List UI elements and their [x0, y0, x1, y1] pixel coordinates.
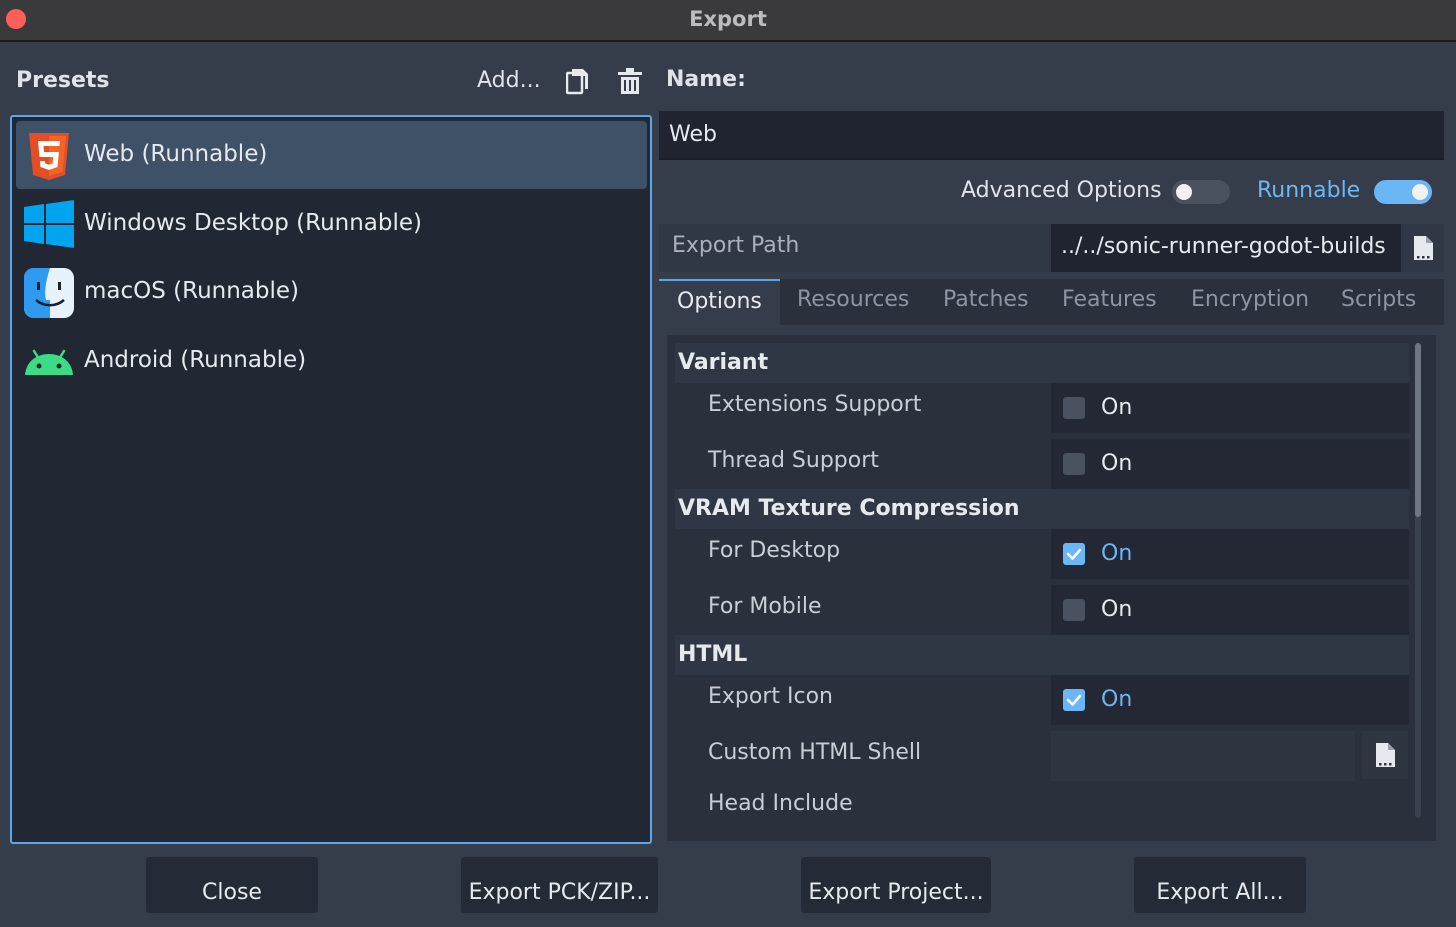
- checkbox-text: On: [1101, 597, 1133, 622]
- property-value-thread-support[interactable]: On: [1051, 439, 1409, 489]
- checkbox-text: On: [1101, 541, 1133, 566]
- export-all-button[interactable]: Export All...: [1134, 857, 1306, 913]
- android-icon: [25, 349, 73, 375]
- property-label-for-mobile: For Mobile: [708, 594, 822, 619]
- section-header-vram-texture-compression[interactable]: VRAM Texture Compression: [675, 489, 1409, 529]
- runnable-toggle[interactable]: [1374, 180, 1432, 204]
- macos-finder-icon: [24, 268, 74, 318]
- tab-features[interactable]: Features: [1062, 279, 1157, 325]
- checkbox-text: On: [1101, 451, 1133, 476]
- for-desktop-checkbox[interactable]: [1063, 543, 1085, 565]
- tab-patches[interactable]: Patches: [943, 279, 1028, 325]
- preset-item-macos[interactable]: macOS (Runnable): [16, 258, 647, 326]
- add-preset-button[interactable]: Add...: [477, 68, 541, 93]
- property-value-export-icon[interactable]: On: [1051, 675, 1409, 725]
- preset-item-android[interactable]: Android (Runnable): [16, 327, 647, 395]
- property-label-extensions-support: Extensions Support: [708, 392, 922, 417]
- checkbox-text: On: [1101, 687, 1133, 712]
- thread-support-checkbox[interactable]: [1063, 453, 1085, 475]
- close-button[interactable]: Close: [146, 857, 318, 913]
- duplicate-icon: [565, 69, 588, 95]
- tab-resources[interactable]: Resources: [797, 279, 909, 325]
- property-label-head-include: Head Include: [708, 791, 853, 816]
- presets-label: Presets: [16, 68, 110, 93]
- options-inspector: Variant Extensions Support On Thread Sup…: [667, 335, 1436, 841]
- preset-label: macOS (Runnable): [84, 278, 300, 304]
- toggle-knob: [1176, 184, 1192, 200]
- preset-label: Android (Runnable): [84, 347, 307, 373]
- delete-preset-button[interactable]: [617, 66, 645, 98]
- export-project-button[interactable]: Export Project...: [801, 857, 991, 913]
- section-header-html[interactable]: HTML: [675, 635, 1409, 675]
- checkmark-icon: [1066, 694, 1082, 706]
- property-label-custom-html-shell: Custom HTML Shell: [708, 740, 922, 765]
- for-mobile-checkbox[interactable]: [1063, 599, 1085, 621]
- name-label: Name:: [666, 67, 746, 92]
- extensions-support-checkbox[interactable]: [1063, 397, 1085, 419]
- export-path-label: Export Path: [672, 233, 800, 258]
- property-label-thread-support: Thread Support: [708, 448, 879, 473]
- preset-list[interactable]: Web (Runnable) Windows Desktop (Runnable…: [10, 115, 652, 844]
- duplicate-preset-button[interactable]: [565, 66, 594, 98]
- title-bar: Export: [0, 0, 1456, 42]
- section-title: VRAM Texture Compression: [678, 496, 1020, 521]
- preset-name-input[interactable]: [659, 111, 1444, 160]
- custom-html-shell-field[interactable]: [1051, 731, 1355, 781]
- preset-label: Windows Desktop (Runnable): [84, 210, 423, 236]
- section-title: HTML: [678, 642, 748, 667]
- export-path-row: Export Path ../../sonic-runner-godot-bui…: [659, 224, 1444, 272]
- trash-icon: [618, 68, 642, 94]
- export-icon-checkbox[interactable]: [1063, 689, 1085, 711]
- tab-options[interactable]: Options: [659, 279, 780, 325]
- property-label-for-desktop: For Desktop: [708, 538, 841, 563]
- runnable-label: Runnable: [1257, 178, 1361, 203]
- export-pck-zip-button[interactable]: Export PCK/ZIP...: [461, 857, 658, 913]
- tab-encryption[interactable]: Encryption: [1191, 279, 1309, 325]
- preset-item-web[interactable]: Web (Runnable): [16, 121, 647, 189]
- preset-item-windows[interactable]: Windows Desktop (Runnable): [16, 190, 647, 258]
- scrollbar-thumb[interactable]: [1415, 343, 1421, 517]
- tab-scripts[interactable]: Scripts: [1341, 279, 1416, 325]
- browse-export-path-button[interactable]: [1403, 228, 1443, 268]
- options-scrollbar[interactable]: [1415, 343, 1421, 818]
- advanced-options-toggle[interactable]: [1172, 180, 1230, 204]
- windows-icon: [24, 200, 74, 248]
- html5-icon: [29, 133, 69, 180]
- window-title: Export: [689, 7, 767, 31]
- file-icon: [1376, 743, 1395, 767]
- preset-label: Web (Runnable): [84, 141, 268, 167]
- section-header-variant[interactable]: Variant: [675, 343, 1409, 383]
- file-icon: [1414, 236, 1433, 260]
- toggle-knob: [1412, 184, 1428, 200]
- checkmark-icon: [1066, 548, 1082, 560]
- export-path-field[interactable]: ../../sonic-runner-godot-builds: [1051, 224, 1401, 272]
- checkbox-text: On: [1101, 395, 1133, 420]
- property-label-export-icon: Export Icon: [708, 684, 833, 709]
- section-title: Variant: [678, 350, 769, 375]
- settings-tabs: Options Resources Patches Features Encry…: [659, 279, 1444, 325]
- advanced-options-label: Advanced Options: [961, 178, 1162, 203]
- options-panel: Variant Extensions Support On Thread Sup…: [659, 325, 1444, 841]
- property-value-extensions-support[interactable]: On: [1051, 383, 1409, 433]
- property-value-for-mobile[interactable]: On: [1051, 585, 1409, 635]
- browse-html-shell-button[interactable]: [1362, 731, 1408, 779]
- property-value-for-desktop[interactable]: On: [1051, 529, 1409, 579]
